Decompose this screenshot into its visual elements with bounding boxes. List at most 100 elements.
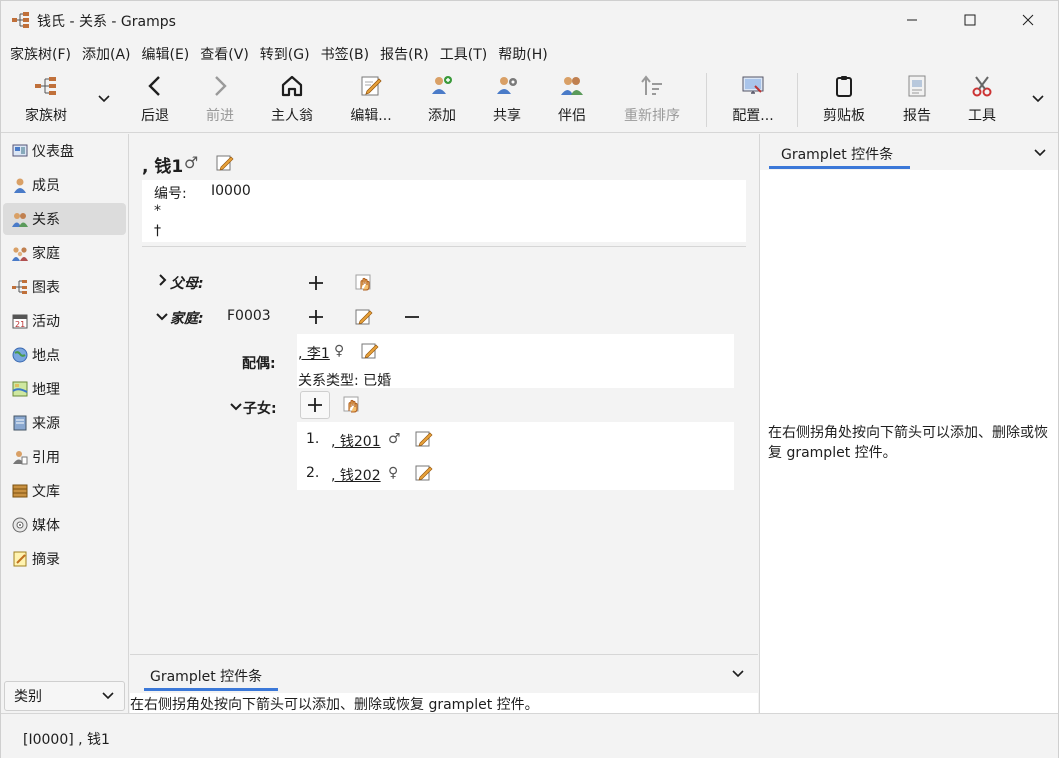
sidebar-item-citations[interactable]: 引用 — [3, 441, 126, 473]
edit-child-icon[interactable] — [415, 464, 433, 482]
family-icon — [11, 245, 28, 262]
toolbar: 家族树 后退 前进 主人翁 编辑... 添加 共享 伴侣 重新排序 配置... … — [1, 67, 1058, 133]
edit-child-icon[interactable] — [415, 430, 433, 448]
add-family-plus-icon[interactable] — [307, 308, 325, 326]
gramplet-help-text: 在右侧拐角处按向下箭头可以添加、删除或恢复 gramplet 控件。 — [768, 425, 1048, 461]
source-book-icon — [11, 415, 28, 432]
configure-view-icon — [740, 73, 766, 99]
globe-icon — [11, 347, 28, 364]
sidebar-item-families[interactable]: 家庭 — [3, 237, 126, 269]
back-button[interactable]: 后退 — [137, 73, 173, 129]
menu-bookmarks[interactable]: 书签(B) — [316, 41, 375, 67]
select-child-hand-icon[interactable] — [343, 396, 361, 414]
partner-button[interactable]: 伴侣 — [554, 73, 590, 129]
sidebar-item-events[interactable]: 21 活动 — [3, 305, 126, 337]
maximize-button[interactable] — [947, 1, 993, 39]
sidebar-item-charts[interactable]: 图表 — [3, 271, 126, 303]
remove-family-minus-icon[interactable] — [403, 308, 421, 326]
child-sex-symbol: ♂ — [388, 431, 401, 447]
family-tree-button[interactable]: 家族树 — [21, 73, 71, 129]
menu-edit[interactable]: 编辑(E) — [137, 41, 195, 67]
spouse-label: 配偶: — [242, 356, 276, 372]
menu-family-tree[interactable]: 家族树(F) — [5, 41, 76, 67]
plus-icon — [308, 398, 322, 412]
gramplet-tab[interactable]: Gramplet 控件条 — [150, 666, 262, 686]
sidebar-item-media[interactable]: 媒体 — [3, 509, 126, 541]
map-icon — [11, 381, 28, 398]
menu-bar: 家族树(F) 添加(A) 编辑(E) 查看(V) 转到(G) 书签(B) 报告(… — [1, 41, 1058, 67]
spouse-sex-symbol: ♀ — [334, 343, 345, 359]
child-name-link[interactable]: , 钱201 — [331, 431, 381, 451]
toolbar-overflow-chevron-icon[interactable] — [1029, 89, 1047, 109]
citation-icon — [11, 449, 28, 466]
sidebar-item-sources[interactable]: 来源 — [3, 407, 126, 439]
gramplet-help-text: 在右侧拐角处按向下箭头可以添加、删除或恢复 gramplet 控件。 — [130, 697, 539, 713]
chevron-right-icon[interactable] — [158, 274, 168, 290]
share-button[interactable]: 共享 — [489, 73, 525, 129]
reports-button[interactable]: 报告 — [899, 73, 935, 129]
select-parents-hand-icon[interactable] — [355, 274, 373, 292]
chevron-down-icon[interactable] — [156, 310, 168, 326]
edit-family-icon[interactable] — [355, 308, 373, 326]
relationship-view: , 钱1 ♂ 编号: I0000 * † 父母: 家庭: F0003 配偶: ,… — [130, 134, 758, 654]
notes-icon — [11, 551, 28, 568]
parents-label: 父母: — [170, 276, 204, 292]
gramplet-tab[interactable]: Gramplet 控件条 — [781, 144, 893, 164]
menu-go[interactable]: 转到(G) — [255, 41, 315, 67]
sidebar-item-people[interactable]: 成员 — [3, 169, 126, 201]
toolbar-separator — [706, 73, 707, 127]
gramplet-menu-chevron-icon[interactable] — [732, 667, 744, 683]
child-sex-symbol: ♀ — [388, 465, 399, 481]
gramplet-content: 在右侧拐角处按向下箭头可以添加、删除或恢复 gramplet 控件。 — [760, 170, 1058, 713]
family-tree-dropdown-icon[interactable] — [95, 89, 113, 109]
sidebar-item-repositories[interactable]: 文库 — [3, 475, 126, 507]
person-info-box: 编号: I0000 * † — [142, 180, 746, 242]
gramplet-menu-chevron-icon[interactable] — [1034, 146, 1046, 162]
home-icon — [279, 73, 305, 99]
chevron-down-icon — [102, 689, 114, 705]
sidebar-item-places[interactable]: 地点 — [3, 339, 126, 371]
death-symbol: † — [154, 223, 161, 239]
category-dropdown[interactable]: 类别 — [4, 681, 125, 711]
gramplet-content: 在右侧拐角处按向下箭头可以添加、删除或恢复 gramplet 控件。 — [130, 693, 758, 714]
configure-button[interactable]: 配置... — [728, 73, 778, 129]
edit-button[interactable]: 编辑... — [346, 73, 396, 129]
minimize-button[interactable] — [889, 1, 935, 39]
report-document-icon — [904, 73, 930, 99]
edit-person-icon[interactable] — [216, 154, 234, 172]
sidebar-item-dashboard[interactable]: 仪表盘 — [3, 135, 126, 167]
relationships-icon — [11, 211, 28, 228]
tools-scissors-icon — [969, 73, 995, 99]
bottom-gramplet-bar: Gramplet 控件条 在右侧拐角处按向下箭头可以添加、删除或恢复 gramp… — [130, 654, 758, 714]
sidebar-item-notes[interactable]: 摘录 — [3, 543, 126, 575]
events-calendar-icon: 21 — [11, 313, 28, 330]
sidebar-item-geography[interactable]: 地理 — [3, 373, 126, 405]
reorder-button[interactable]: 重新排序 — [619, 73, 685, 129]
person-name: , 钱1 — [142, 157, 184, 177]
clipboard-icon — [831, 73, 857, 99]
menu-tools[interactable]: 工具(T) — [435, 41, 492, 67]
edit-spouse-icon[interactable] — [361, 342, 379, 360]
child-name-link[interactable]: , 钱202 — [331, 465, 381, 485]
menu-reports[interactable]: 报告(R) — [375, 41, 434, 67]
menu-add[interactable]: 添加(A) — [77, 41, 136, 67]
relation-type: 关系类型: 已婚 — [298, 373, 392, 389]
forward-button[interactable]: 前进 — [202, 73, 238, 129]
add-child-button[interactable] — [300, 391, 330, 419]
app-window: 钱氏 - 关系 - Gramps 家族树(F) 添加(A) 编辑(E) 查看(V… — [0, 0, 1059, 758]
add-parents-plus-icon[interactable] — [307, 274, 325, 292]
birth-symbol: * — [154, 203, 161, 219]
sidebar-item-relationships[interactable]: 关系 — [3, 203, 126, 235]
clipboard-button[interactable]: 剪贴板 — [819, 73, 869, 129]
gramps-app-icon — [11, 10, 31, 30]
tools-button[interactable]: 工具 — [964, 73, 1000, 129]
navigation-sidebar: 仪表盘 成员 关系 家庭 图表 21 活动 地点 地理 来源 引用 文库 媒体 … — [1, 134, 129, 713]
menu-view[interactable]: 查看(V) — [195, 41, 254, 67]
add-button[interactable]: 添加 — [424, 73, 460, 129]
menu-help[interactable]: 帮助(H) — [493, 41, 552, 67]
media-icon — [11, 517, 28, 534]
spouse-name-link[interactable]: , 李1 — [298, 343, 330, 363]
close-button[interactable] — [1005, 1, 1051, 39]
home-person-button[interactable]: 主人翁 — [267, 73, 317, 129]
chevron-down-icon[interactable] — [230, 400, 242, 416]
